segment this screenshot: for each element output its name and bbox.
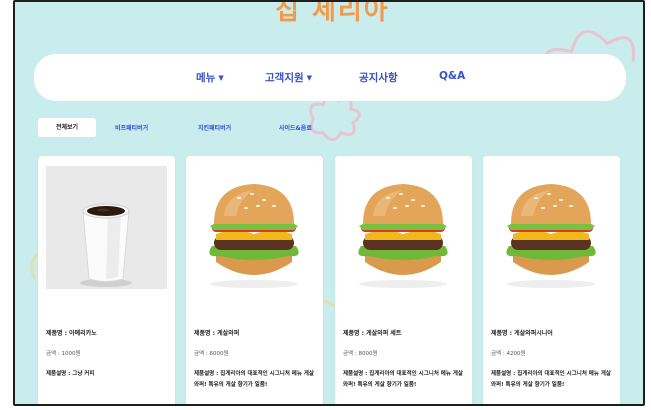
product-price: 금액 : 4200원 (491, 351, 526, 357)
tab-chicken-patty-burger[interactable]: 치킨패티버거 (198, 123, 231, 132)
product-card[interactable]: 제품명 : 게살와퍼시니어 금액 : 4200원 제품설명 : 집게리아의 대표… (483, 156, 620, 404)
coffee-cup-image (46, 166, 167, 289)
burger-image (491, 166, 612, 289)
product-price: 금액 : 1000원 (46, 351, 81, 357)
nav-item-label: 메뉴 (196, 72, 216, 84)
product-description: 제품설명 : 그냥 커피 (46, 371, 95, 377)
product-name: 제품명 : 게살와퍼시니어 (491, 330, 553, 337)
product-name: 제품명 : 아메리카노 (46, 330, 97, 337)
product-price: 금액 : 6000원 (194, 351, 229, 357)
nav-item-qna[interactable]: Q&A (439, 70, 465, 82)
product-price: 금액 : 8000원 (343, 351, 378, 357)
chevron-down-icon: ▼ (218, 74, 224, 82)
burger-image (194, 166, 315, 289)
chevron-down-icon: ▼ (306, 74, 313, 82)
product-description: 제품설명 : 집게리아의 대표적인 시그니처 메뉴 게살와퍼! 특유의 게살 향… (194, 371, 314, 388)
main-navbar: 메뉴 ▼ 고객지원 ▼ 공지사항 Q&A (34, 54, 626, 101)
product-description: 제품설명 : 집게리아의 대표적인 시그니처 메뉴 게살와퍼! 특유의 게살 향… (343, 371, 463, 388)
product-card[interactable]: 제품명 : 아메리카노 금액 : 1000원 제품설명 : 그냥 커피 (38, 156, 175, 404)
nav-item-notice[interactable]: 공지사항 (359, 70, 398, 85)
nav-item-menu[interactable]: 메뉴 ▼ (196, 70, 224, 85)
tab-beef-patty-burger[interactable]: 비프패티버거 (115, 123, 148, 132)
product-name: 제품명 : 게살와퍼 세트 (343, 330, 402, 337)
nav-item-label: 고객지원 (265, 72, 304, 84)
product-name: 제품명 : 게살와퍼 (194, 330, 240, 337)
product-card[interactable]: 제품명 : 게살와퍼 금액 : 6000원 제품설명 : 집게리아의 대표적인 … (186, 156, 323, 404)
tab-all[interactable]: 전체보기 (38, 118, 96, 137)
site-title[interactable]: 집 세리아 (275, 2, 390, 27)
product-description: 제품설명 : 집게리아의 대표적인 시그니처 메뉴 게살와퍼! 특유의 게살 향… (491, 371, 611, 388)
browser-frame: 집 세리아 메뉴 ▼ 고객지원 ▼ 공지사항 Q&A 전체보기 비프패티버거 치킨패… (13, 0, 645, 406)
product-card[interactable]: 제품명 : 게살와퍼 세트 금액 : 8000원 제품설명 : 집게리아의 대표… (335, 156, 472, 404)
tab-side-drink[interactable]: 사이드&음료 (279, 123, 312, 132)
burger-image (343, 166, 464, 289)
nav-item-support[interactable]: 고객지원 ▼ (265, 70, 312, 85)
